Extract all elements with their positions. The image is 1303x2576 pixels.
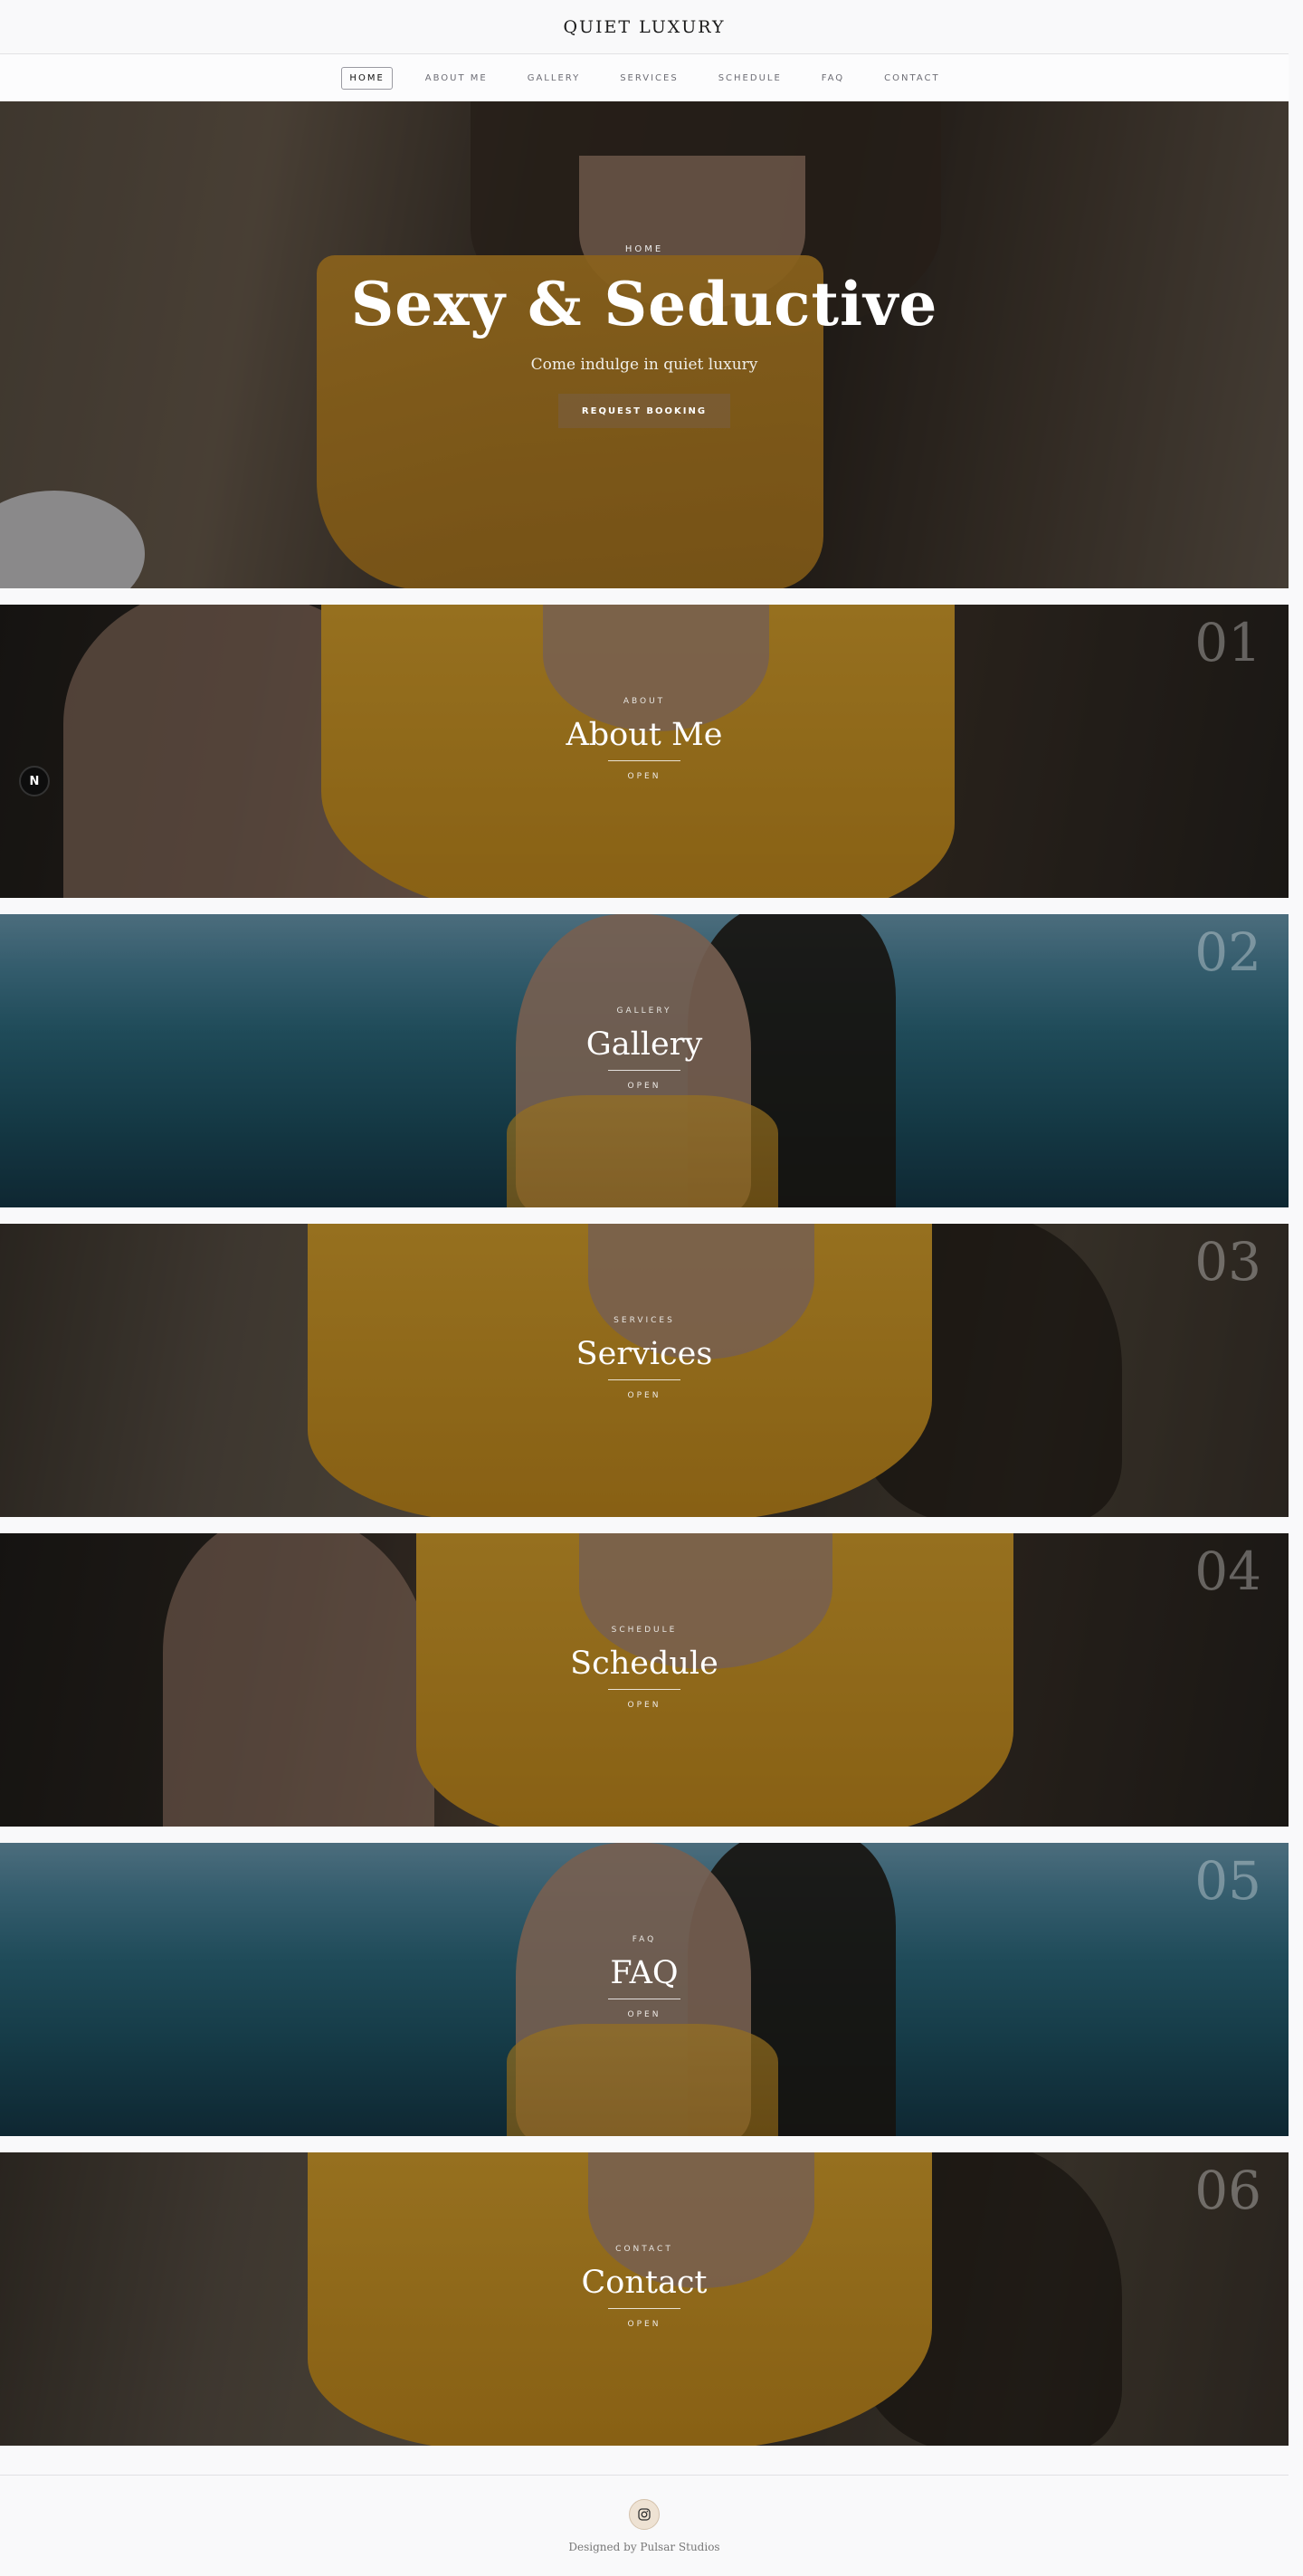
panel-divider [608,1689,680,1690]
panel-content: CONTACT Contact OPEN [0,2245,1289,2329]
panel-number: 05 [1194,1850,1261,1912]
panel-eyebrow: GALLERY [616,1007,672,1016]
panel-schedule[interactable]: 04 SCHEDULE Schedule OPEN [0,1533,1289,1827]
footer-credit[interactable]: Designed by Pulsar Studios [568,2541,719,2553]
panel-eyebrow: SCHEDULE [611,1626,678,1635]
panel-content: SCHEDULE Schedule OPEN [0,1626,1289,1710]
hero-subtitle: Come indulge in quiet luxury [530,356,758,374]
hero-eyebrow: HOME [624,244,664,254]
panel-open-link[interactable]: OPEN [628,1701,661,1710]
panel-eyebrow: ABOUT [623,697,666,706]
panel-open-link[interactable]: OPEN [628,2320,661,2329]
brand-bar: QUIET LUXURY [0,0,1289,54]
panel-open-link[interactable]: OPEN [628,1082,661,1091]
instagram-icon[interactable] [629,2499,660,2530]
panel-open-link[interactable]: OPEN [628,2010,661,2019]
site-header: QUIET LUXURY HOME ABOUT ME GALLERY SERVI… [0,0,1289,101]
panel-eyebrow: SERVICES [613,1316,675,1325]
panel-services[interactable]: 03 SERVICES Services OPEN [0,1224,1289,1517]
panel-number: 03 [1194,1231,1261,1293]
panel-divider [608,760,680,761]
panel-open-link[interactable]: OPEN [628,1391,661,1400]
panel-title: Contact [581,2265,708,2301]
panel-divider [608,2308,680,2309]
panel-content: ABOUT About Me OPEN [0,697,1289,781]
hero-section: HOME Sexy & Seductive Come indulge in qu… [0,101,1289,588]
brand-title[interactable]: QUIET LUXURY [563,17,725,37]
panel-faq[interactable]: 05 FAQ FAQ OPEN [0,1843,1289,2136]
panel-about[interactable]: 01 ABOUT About Me OPEN [0,605,1289,898]
panel-eyebrow: FAQ [632,1935,657,1944]
nav-contact[interactable]: CONTACT [877,68,946,89]
panel-title: Gallery [585,1026,703,1063]
site-footer: Designed by Pulsar Studios [0,2475,1289,2553]
panel-title: FAQ [610,1955,679,1991]
nav-services[interactable]: SERVICES [613,68,686,89]
panel-number: 06 [1194,2160,1261,2221]
panel-title: Schedule [570,1646,718,1682]
panel-content: FAQ FAQ OPEN [0,1935,1289,2019]
hero-title: Sexy & Seductive [350,269,938,339]
floating-badge[interactable]: N [19,766,50,797]
panel-divider [608,1070,680,1071]
panel-number: 04 [1194,1541,1261,1602]
panel-contact[interactable]: 06 CONTACT Contact OPEN [0,2152,1289,2446]
panel-number: 02 [1194,921,1261,983]
nav-home[interactable]: HOME [341,66,393,90]
panel-title: About Me [566,717,723,753]
panel-title: Services [575,1336,713,1372]
page: QUIET LUXURY HOME ABOUT ME GALLERY SERVI… [0,0,1289,2553]
panel-eyebrow: CONTACT [615,2245,673,2254]
hero-content: HOME Sexy & Seductive Come indulge in qu… [0,101,1289,588]
panel-divider [608,1379,680,1380]
panel-open-link[interactable]: OPEN [628,772,661,781]
panel-gallery[interactable]: 02 GALLERY Gallery OPEN [0,914,1289,1207]
panel-content: SERVICES Services OPEN [0,1316,1289,1400]
main-nav: HOME ABOUT ME GALLERY SERVICES SCHEDULE … [0,54,1289,101]
nav-schedule[interactable]: SCHEDULE [711,68,789,89]
request-booking-button[interactable]: REQUEST BOOKING [558,394,730,428]
nav-about-me[interactable]: ABOUT ME [418,68,495,89]
panel-content: GALLERY Gallery OPEN [0,1007,1289,1091]
panel-number: 01 [1194,612,1261,673]
nav-gallery[interactable]: GALLERY [520,68,587,89]
nav-faq[interactable]: FAQ [814,68,851,89]
